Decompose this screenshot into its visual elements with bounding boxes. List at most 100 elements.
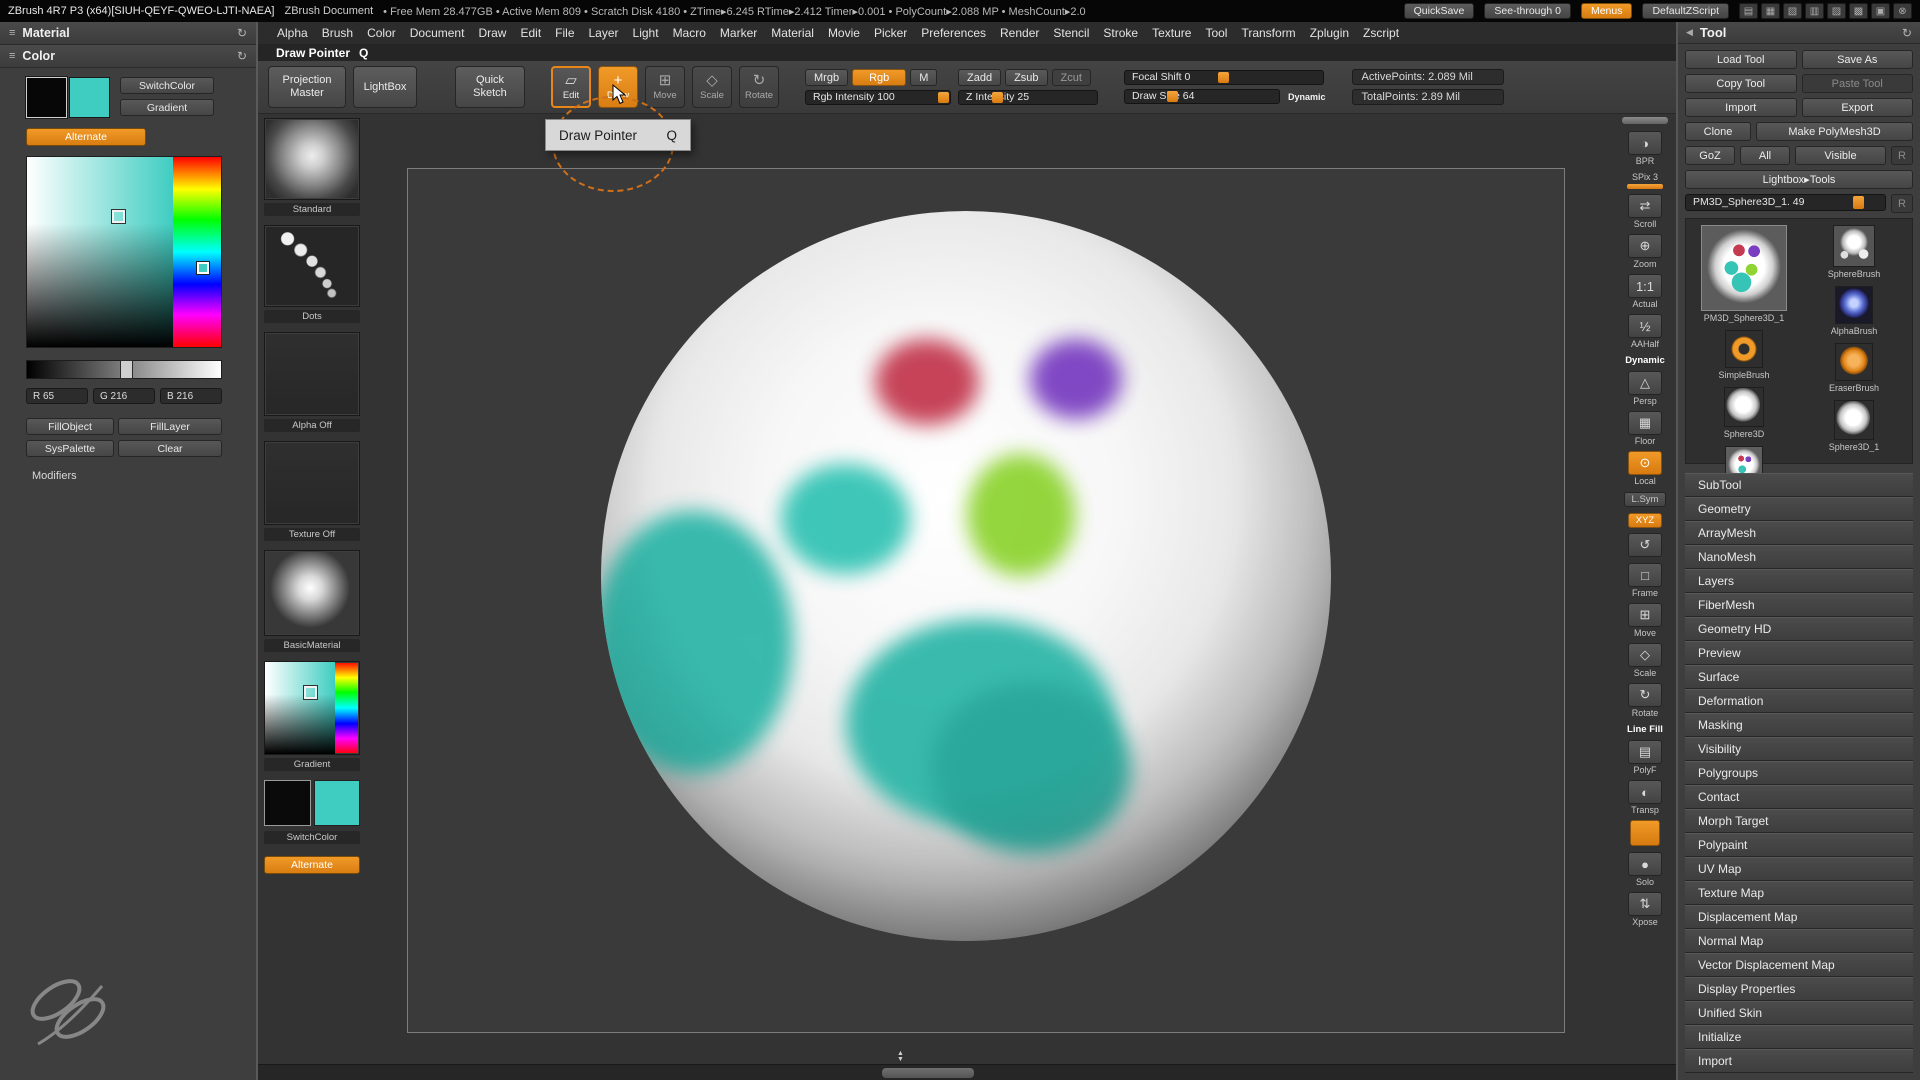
- right-shelf-button[interactable]: Line Fill: [1621, 723, 1669, 735]
- tool-section[interactable]: Surface: [1685, 665, 1913, 689]
- move-button[interactable]: ⊞ Move: [645, 66, 685, 108]
- window-icon[interactable]: ▣: [1871, 3, 1890, 19]
- menu-item[interactable]: Color: [360, 22, 403, 44]
- fill-layer-button[interactable]: FillLayer: [118, 418, 222, 435]
- window-icon[interactable]: ▨: [1827, 3, 1846, 19]
- tool-section[interactable]: Display Properties: [1685, 977, 1913, 1001]
- gradient-button[interactable]: Gradient: [120, 99, 214, 116]
- alternate-button[interactable]: Alternate: [26, 128, 146, 146]
- cycle-icon[interactable]: ↻: [1902, 26, 1912, 40]
- grayscale-slider[interactable]: [26, 360, 222, 379]
- zcut-button[interactable]: Zcut: [1051, 69, 1091, 86]
- focal-shift-slider[interactable]: Focal Shift 0: [1124, 70, 1324, 85]
- tray-thumbnail[interactable]: [264, 441, 360, 525]
- main-color-swatch[interactable]: [25, 76, 68, 119]
- green-value-slider[interactable]: G 216: [93, 388, 155, 404]
- tray-item[interactable]: BasicMaterial: [263, 550, 361, 652]
- right-shelf-button[interactable]: ⇅ Xpose: [1621, 892, 1669, 927]
- menu-item[interactable]: Movie: [821, 22, 867, 44]
- right-shelf-button[interactable]: ⊞ Move: [1621, 603, 1669, 638]
- tool-thumbnail-image[interactable]: [1834, 400, 1874, 440]
- tool-thumbnail-image[interactable]: [1835, 286, 1873, 324]
- save-as-button[interactable]: Save As: [1801, 50, 1913, 69]
- secondary-color-swatch[interactable]: [69, 77, 110, 118]
- menu-item[interactable]: Texture: [1145, 22, 1198, 44]
- menus-toggle[interactable]: Menus: [1580, 3, 1633, 19]
- menu-item[interactable]: Preferences: [914, 22, 993, 44]
- slider-r-button[interactable]: R: [1891, 194, 1913, 213]
- right-shelf-button[interactable]: ⊙ Local: [1621, 451, 1669, 486]
- right-shelf-button[interactable]: [1621, 820, 1669, 847]
- scrollbar-handle[interactable]: [881, 1068, 974, 1078]
- right-shelf-button[interactable]: ◐ Transp: [1621, 780, 1669, 815]
- right-shelf-button[interactable]: ● Solo: [1621, 852, 1669, 887]
- window-icon[interactable]: ▥: [1805, 3, 1824, 19]
- make-polymesh3d-button[interactable]: Make PolyMesh3D: [1756, 122, 1913, 141]
- tray-thumbnail[interactable]: [264, 332, 360, 416]
- menu-item[interactable]: Alpha: [270, 22, 315, 44]
- blue-value-slider[interactable]: B 216: [160, 388, 222, 404]
- cycle-icon[interactable]: ↻: [237, 49, 247, 63]
- slider-handle[interactable]: [1853, 196, 1865, 209]
- slider-handle[interactable]: [992, 92, 1004, 103]
- tool-section[interactable]: Layers: [1685, 569, 1913, 593]
- menu-item[interactable]: Zscript: [1356, 22, 1406, 44]
- right-shelf-button[interactable]: SPix 3: [1621, 171, 1669, 189]
- tray-item[interactable]: Alternate: [263, 853, 361, 874]
- switchcolor-button[interactable]: SwitchColor: [120, 77, 214, 94]
- menu-item[interactable]: Light: [626, 22, 666, 44]
- rgb-button[interactable]: Rgb: [852, 69, 907, 86]
- divider-handle[interactable]: [1622, 117, 1668, 124]
- tool-thumbnail-image[interactable]: [1724, 387, 1764, 427]
- tool-section[interactable]: Texture Map: [1685, 881, 1913, 905]
- scale-button[interactable]: ◇ Scale: [692, 66, 732, 108]
- tool-section[interactable]: Morph Target: [1685, 809, 1913, 833]
- menu-item[interactable]: Macro: [666, 22, 713, 44]
- tool-section[interactable]: Normal Map: [1685, 929, 1913, 953]
- goz-button[interactable]: GoZ: [1685, 146, 1735, 165]
- tool-thumbnail[interactable]: AlphaBrush: [1802, 286, 1906, 336]
- load-tool-button[interactable]: Load Tool: [1685, 50, 1797, 69]
- hue-strip[interactable]: [172, 157, 221, 347]
- default-zscript-button[interactable]: DefaultZScript: [1642, 3, 1729, 19]
- tray-thumbnail[interactable]: [264, 225, 360, 307]
- tool-section[interactable]: Preview: [1685, 641, 1913, 665]
- red-value-slider[interactable]: R 65: [26, 388, 88, 404]
- right-shelf-button[interactable]: ◑ BPR: [1621, 131, 1669, 166]
- active-tool-slider[interactable]: PM3D_Sphere3D_1. 49: [1685, 194, 1886, 211]
- tool-section[interactable]: Geometry HD: [1685, 617, 1913, 641]
- paste-tool-button[interactable]: Paste Tool: [1801, 74, 1913, 93]
- import-button[interactable]: Import: [1685, 98, 1797, 117]
- tool-section[interactable]: FiberMesh: [1685, 593, 1913, 617]
- document[interactable]: [407, 168, 1565, 1033]
- tray-item[interactable]: Alpha Off: [263, 332, 361, 432]
- goz-r-button[interactable]: R: [1891, 146, 1913, 165]
- tray-item[interactable]: SwitchColor: [263, 780, 361, 844]
- export-button[interactable]: Export: [1801, 98, 1913, 117]
- menu-item[interactable]: Edit: [513, 22, 548, 44]
- tool-thumbnail[interactable]: Sphere3D_1: [1802, 400, 1906, 452]
- tool-section[interactable]: Vector Displacement Map: [1685, 953, 1913, 977]
- right-shelf-button[interactable]: ◇ Scale: [1621, 643, 1669, 678]
- tool-section[interactable]: Deformation: [1685, 689, 1913, 713]
- window-icon[interactable]: ⊗: [1893, 3, 1912, 19]
- mini-slider[interactable]: [1627, 184, 1663, 189]
- right-shelf-button[interactable]: ▦ Floor: [1621, 411, 1669, 446]
- right-shelf-button[interactable]: ⇄ Scroll: [1621, 194, 1669, 229]
- tool-section[interactable]: ArrayMesh: [1685, 521, 1913, 545]
- modifiers-label[interactable]: Modifiers: [32, 470, 77, 482]
- sys-palette-button[interactable]: SysPalette: [26, 440, 114, 457]
- tool-section[interactable]: Import: [1685, 1049, 1913, 1073]
- clear-button[interactable]: Clear: [118, 440, 222, 457]
- clone-button[interactable]: Clone: [1685, 122, 1751, 141]
- tool-section[interactable]: Masking: [1685, 713, 1913, 737]
- tray-thumbnail[interactable]: [264, 118, 360, 200]
- tool-thumbnail[interactable]: SphereBrush: [1802, 225, 1906, 279]
- menu-item[interactable]: Tool: [1198, 22, 1234, 44]
- window-icon[interactable]: ▧: [1783, 3, 1802, 19]
- tool-section[interactable]: Geometry: [1685, 497, 1913, 521]
- rotate-button[interactable]: ↻ Rotate: [739, 66, 779, 108]
- right-shelf-button[interactable]: ⊕ Zoom: [1621, 234, 1669, 269]
- right-shelf-button[interactable]: Dynamic: [1621, 354, 1669, 366]
- right-shelf-button[interactable]: XYZ: [1621, 512, 1669, 528]
